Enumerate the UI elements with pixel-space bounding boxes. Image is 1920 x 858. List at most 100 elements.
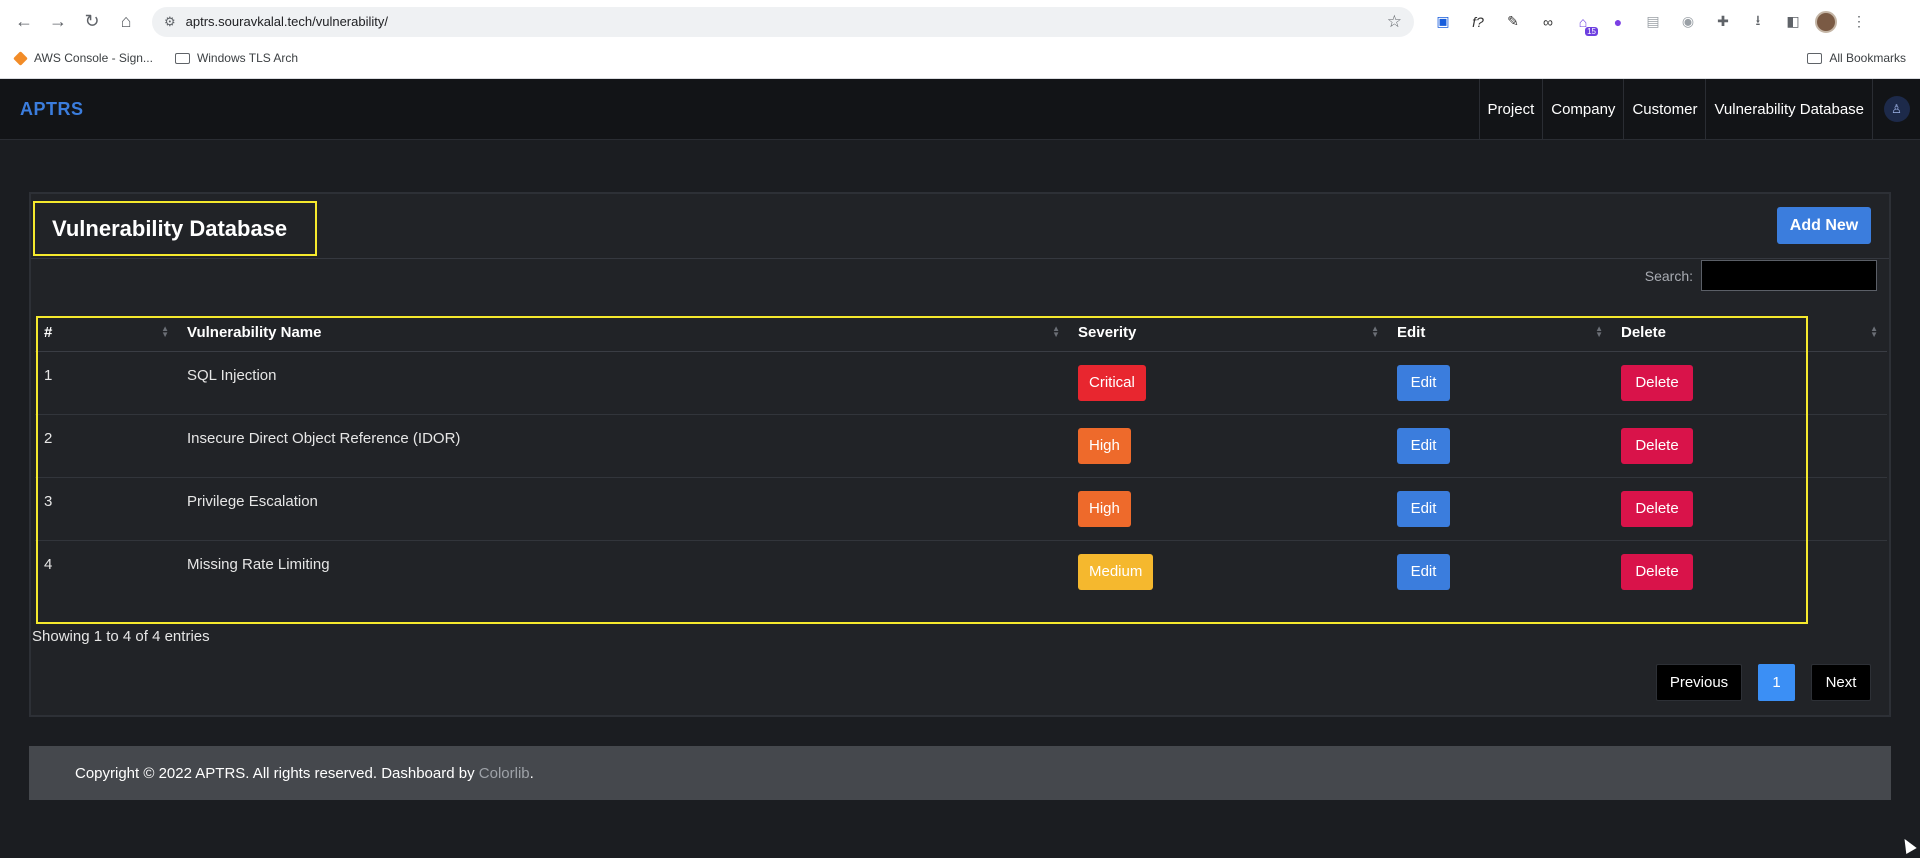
vulnerability-name: Insecure Direct Object Reference (IDOR) — [178, 414, 1069, 478]
pagination: Previous 1 Next — [1656, 664, 1871, 701]
column-header-edit[interactable]: Edit ▲ ▼ — [1388, 314, 1612, 352]
vulnerability-card: Vulnerability Database Add New Search: #… — [29, 192, 1891, 717]
address-bar[interactable]: ⚙ aptrs.souravkalal.tech/vulnerability/ … — [152, 6, 1414, 37]
sort-icon: ▲ ▼ — [1595, 324, 1603, 339]
column-label: Edit — [1397, 323, 1426, 341]
home-icon[interactable]: ⌂ — [112, 8, 140, 36]
nav-customer[interactable]: Customer — [1623, 79, 1705, 139]
url-text: aptrs.souravkalal.tech/vulnerability/ — [185, 14, 388, 29]
edit-button[interactable]: Edit — [1397, 490, 1450, 527]
edit-button[interactable]: Edit — [1397, 427, 1450, 464]
bookmarks-bar: AWS Console - Sign... Windows TLS Arch A… — [0, 43, 1920, 73]
edit-button[interactable]: Edit — [1397, 553, 1450, 590]
brand-logo[interactable]: APTRS — [20, 99, 84, 120]
nav-links: Project Company Customer Vulnerability D… — [1478, 79, 1920, 139]
glasses-icon[interactable]: ∞ — [1535, 9, 1561, 35]
column-header-number[interactable]: # ▲ ▼ — [35, 314, 178, 352]
row-number: 3 — [35, 477, 178, 541]
footer-suffix: . — [529, 764, 534, 782]
delete-button[interactable]: Delete — [1621, 490, 1693, 527]
severity-badge: Medium — [1078, 553, 1154, 590]
user-avatar-icon: ♙ — [1883, 96, 1910, 122]
vulnerability-name: Privilege Escalation — [178, 477, 1069, 541]
camera-icon[interactable]: ◉ — [1675, 9, 1701, 35]
table-header-row: # ▲ ▼ Vulnerability Name ▲ ▼ Severity ▲ ▼ Edit… — [35, 314, 1887, 352]
back-icon[interactable]: ← — [10, 8, 38, 36]
side-panel-icon[interactable]: ◧ — [1780, 9, 1806, 35]
table-row: 2 Insecure Direct Object Reference (IDOR… — [35, 414, 1887, 478]
download-icon[interactable]: ⭳ — [1745, 9, 1771, 35]
column-label: Delete — [1621, 323, 1667, 341]
extension-badge-count: 15 — [1585, 26, 1598, 36]
column-header-severity[interactable]: Severity ▲ ▼ — [1069, 314, 1388, 352]
column-label: Vulnerability Name — [187, 323, 322, 341]
font-finder-icon[interactable]: f? — [1465, 9, 1491, 35]
extensions-bar: ▣ f? ✎ ∞ ⌂ 15 ● ▤ ◉ ✚ ⭳ ◧ ⋮ — [1430, 9, 1872, 36]
bookmark-windows-tls[interactable]: Windows TLS Arch — [174, 51, 298, 65]
entries-info: Showing 1 to 4 of 4 entries — [32, 628, 210, 645]
delete-button[interactable]: Delete — [1621, 427, 1693, 464]
extensions-puzzle-icon[interactable]: ✚ — [1710, 9, 1736, 35]
color-picker-icon[interactable]: ✎ — [1500, 9, 1526, 35]
page-title: Vulnerability Database — [52, 215, 288, 241]
delete-button[interactable]: Delete — [1621, 553, 1693, 590]
nav-company[interactable]: Company — [1542, 79, 1623, 139]
column-label: Severity — [1078, 323, 1137, 341]
footer: Copyright © 2022 APTRS. All rights reser… — [29, 746, 1891, 800]
copyright-text: Copyright © 2022 APTRS. All rights reser… — [75, 764, 475, 782]
column-label: # — [44, 323, 53, 341]
page-1-button[interactable]: 1 — [1758, 664, 1795, 701]
purple-extension-icon[interactable]: ● — [1605, 9, 1631, 35]
app-navbar: APTRS Project Company Customer Vulnerabi… — [0, 79, 1920, 140]
row-number: 2 — [35, 414, 178, 478]
sort-icon: ▲ ▼ — [1870, 324, 1878, 339]
severity-badge: Critical — [1078, 364, 1146, 401]
nav-project[interactable]: Project — [1478, 79, 1543, 139]
sort-icon: ▲ ▼ — [1371, 324, 1379, 339]
search-row: Search: — [1645, 260, 1877, 291]
sort-icon: ▲ ▼ — [161, 324, 169, 339]
table-row: 3 Privilege Escalation High Edit Delete — [35, 477, 1887, 541]
previous-button[interactable]: Previous — [1656, 664, 1742, 701]
vulnerability-name: Missing Rate Limiting — [187, 555, 330, 573]
all-bookmarks-label: All Bookmarks — [1829, 51, 1906, 65]
mouse-cursor — [1899, 835, 1917, 855]
all-bookmarks[interactable]: All Bookmarks — [1807, 51, 1906, 65]
colorlib-link[interactable]: Colorlib — [479, 765, 530, 782]
column-header-delete[interactable]: Delete ▲ ▼ — [1612, 314, 1887, 352]
severity-badge: High — [1078, 427, 1131, 464]
menu-icon[interactable]: ⋮ — [1846, 9, 1872, 35]
search-input[interactable] — [1701, 260, 1877, 291]
row-number: 1 — [35, 351, 178, 415]
severity-badge: High — [1078, 490, 1131, 527]
delete-button[interactable]: Delete — [1621, 364, 1693, 401]
card-header: Vulnerability Database Add New — [31, 194, 1889, 259]
edit-button[interactable]: Edit — [1397, 364, 1450, 401]
bitwarden-icon[interactable]: ▣ — [1430, 9, 1456, 35]
aws-icon — [13, 50, 28, 66]
user-menu[interactable]: ♙ — [1872, 79, 1920, 139]
folder-icon — [174, 52, 190, 64]
browser-chrome: ← → ↻ ⌂ ⚙ aptrs.souravkalal.tech/vulnera… — [0, 0, 1920, 79]
nav-vulnerability-database[interactable]: Vulnerability Database — [1705, 79, 1872, 139]
bookmark-star-icon[interactable]: ☆ — [1387, 12, 1402, 32]
column-header-name[interactable]: Vulnerability Name ▲ ▼ — [178, 314, 1069, 352]
sort-icon: ▲ ▼ — [1052, 324, 1060, 339]
table-row: 4 Missing Rate Limiting Medium Edit Dele… — [35, 540, 1887, 603]
bookmark-label: AWS Console - Sign... — [34, 51, 153, 65]
extension-badge-icon[interactable]: ⌂ 15 — [1570, 9, 1598, 36]
browser-toolbar: ← → ↻ ⌂ ⚙ aptrs.souravkalal.tech/vulnera… — [0, 0, 1920, 43]
table-row: 1 SQL Injection Critical Edit Delete — [35, 351, 1887, 415]
gray-extension-icon[interactable]: ▤ — [1640, 9, 1666, 35]
site-info-icon[interactable]: ⚙ — [164, 14, 176, 30]
row-number: 4 — [44, 555, 53, 573]
bookmark-aws[interactable]: AWS Console - Sign... — [13, 50, 153, 66]
add-new-button[interactable]: Add New — [1777, 207, 1871, 244]
folder-icon — [1807, 52, 1823, 64]
profile-avatar[interactable] — [1815, 10, 1837, 33]
reload-icon[interactable]: ↻ — [78, 8, 106, 36]
search-label: Search: — [1644, 267, 1693, 284]
next-button[interactable]: Next — [1811, 664, 1871, 701]
title-highlight: Vulnerability Database — [33, 201, 317, 256]
forward-icon[interactable]: → — [44, 8, 72, 36]
